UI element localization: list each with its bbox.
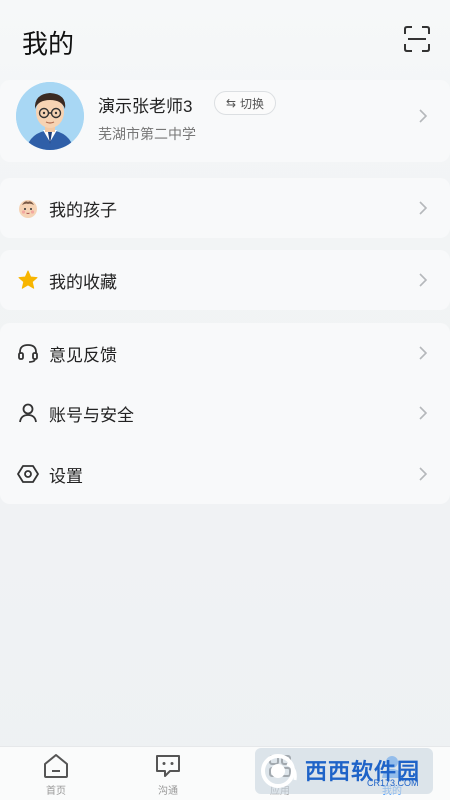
menu-item-settings[interactable]: 设置 <box>0 444 450 504</box>
watermark: 西西软件园 CR173.COM <box>255 748 433 794</box>
settings-group-card: 意见反馈 账号与安全 设置 <box>0 323 450 504</box>
star-icon <box>18 270 38 289</box>
nav-label-home: 首页 <box>46 786 66 797</box>
swap-arrows-icon: ⇆ <box>225 96 237 110</box>
menu-label-children: 我的孩子 <box>49 201 117 220</box>
menu-item-feedback[interactable]: 意见反馈 <box>0 323 450 383</box>
menu-item-children[interactable]: 我的孩子 <box>0 178 450 238</box>
chevron-right-icon <box>419 467 428 481</box>
menu-item-favorites[interactable]: 我的收藏 <box>0 250 450 310</box>
menu-item-account[interactable]: 账号与安全 <box>0 383 450 443</box>
profile-school: 芜湖市第二中学 <box>98 126 196 142</box>
watermark-logo-icon <box>261 754 297 788</box>
switch-identity-button[interactable]: ⇆ 切换 <box>214 91 276 115</box>
watermark-sub: CR173.COM <box>367 778 419 788</box>
chat-icon <box>156 755 180 777</box>
chevron-right-icon <box>419 406 428 420</box>
hexagon-settings-icon <box>17 465 39 483</box>
person-icon <box>19 403 37 423</box>
profile-card[interactable]: 演示张老师3 ⇆ 切换 芜湖市第二中学 <box>0 80 450 162</box>
avatar <box>16 82 84 150</box>
chevron-right-icon <box>419 273 428 287</box>
chevron-right-icon <box>419 201 428 215</box>
children-card: 我的孩子 <box>0 178 450 238</box>
profile-page: 我的 演示张老师3 ⇆ 切换 芜湖市第二中学 我的孩子 我的收藏 意见反馈 账号… <box>0 0 450 800</box>
chevron-right-icon <box>419 109 428 123</box>
switch-label: 切换 <box>240 96 265 111</box>
menu-label-settings: 设置 <box>49 467 83 486</box>
baby-face-icon <box>19 200 37 218</box>
chevron-right-icon <box>419 346 428 360</box>
teacher-avatar <box>16 82 84 150</box>
scan-icon[interactable] <box>404 26 430 52</box>
menu-label-feedback: 意见反馈 <box>49 346 117 365</box>
menu-label-favorites: 我的收藏 <box>49 273 117 292</box>
nav-label-chat: 沟通 <box>158 786 178 797</box>
page-title: 我的 <box>22 29 75 59</box>
headset-icon <box>18 344 38 363</box>
nav-item-chat[interactable]: 沟通 <box>138 753 198 799</box>
nav-item-home[interactable]: 首页 <box>26 753 86 799</box>
profile-name: 演示张老师3 <box>98 97 193 116</box>
home-icon <box>44 754 68 778</box>
favorites-card: 我的收藏 <box>0 250 450 310</box>
menu-label-account: 账号与安全 <box>49 406 134 425</box>
header: 我的 <box>0 0 450 80</box>
